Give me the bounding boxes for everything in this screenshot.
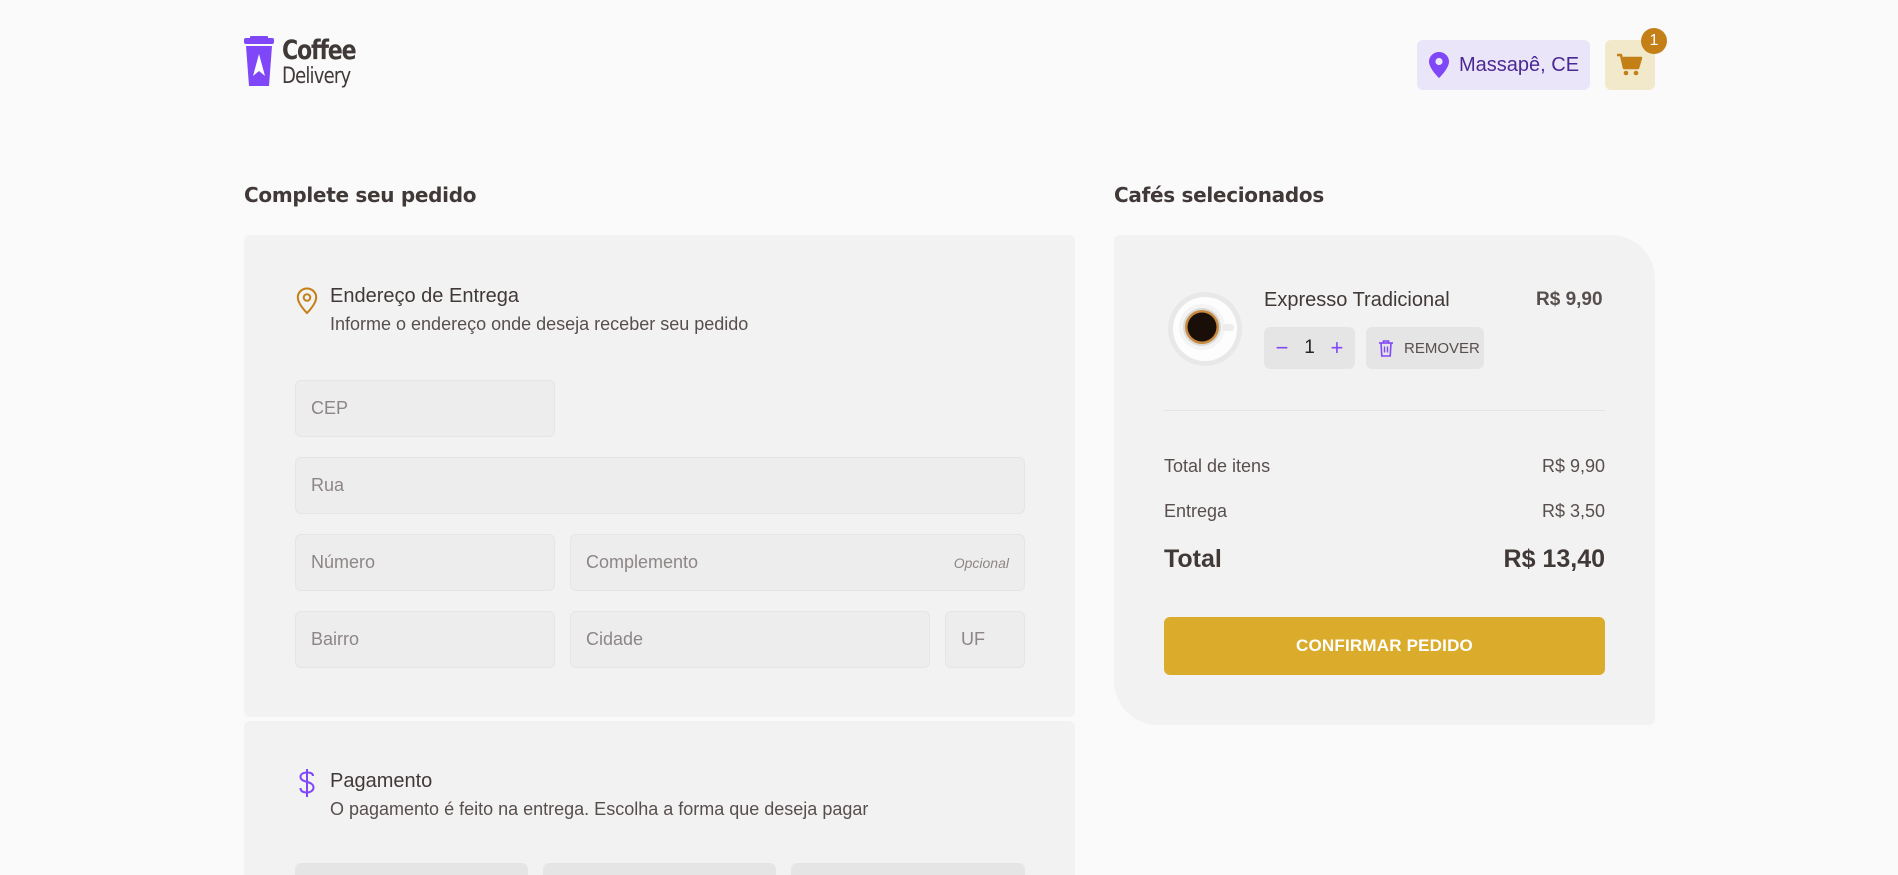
delivery-row: Entrega R$ 3,50	[1164, 501, 1605, 522]
uf-placeholder: UF	[961, 629, 985, 649]
minus-icon[interactable]: −	[1274, 335, 1290, 361]
address-title: Endereço de Entrega	[330, 285, 520, 307]
item-price: R$ 9,90	[1536, 289, 1603, 310]
optional-hint: Opcional	[953, 554, 1009, 571]
bairro-placeholder: Bairro	[311, 629, 360, 649]
payment-title: Pagamento	[330, 770, 433, 792]
quantity-stepper[interactable]: − 1 +	[1264, 327, 1355, 369]
brand-logo[interactable]: Coffee Delivery	[244, 36, 371, 88]
map-pin-outline-icon	[296, 287, 318, 315]
address-header: Endereço de Entrega Informe o endereço o…	[296, 285, 748, 335]
summary-title: Cafés selecionados	[1114, 183, 1324, 207]
bairro-input[interactable]: Bairro	[295, 611, 555, 668]
grand-total-label: Total	[1164, 545, 1222, 573]
payment-option-1[interactable]	[295, 863, 528, 875]
rua-placeholder: Rua	[311, 475, 345, 495]
delivery-label: Entrega	[1164, 501, 1228, 521]
items-total-row: Total de itens R$ 9,90	[1164, 456, 1605, 477]
remove-item-button[interactable]: REMOVER	[1366, 327, 1484, 369]
quantity-value: 1	[1304, 337, 1315, 358]
item-name: Expresso Tradicional	[1264, 289, 1450, 311]
items-total-value: R$ 9,90	[1541, 456, 1605, 476]
checkout-title: Complete seu pedido	[244, 183, 477, 207]
map-pin-icon	[1429, 52, 1449, 78]
uf-input[interactable]: UF	[945, 611, 1025, 668]
numero-placeholder: Número	[311, 552, 376, 572]
address-subtitle: Informe o endereço onde deseja receber s…	[330, 314, 749, 334]
payment-option-3[interactable]	[791, 863, 1025, 875]
shopping-cart-icon	[1617, 53, 1643, 76]
cidade-placeholder: Cidade	[586, 629, 644, 649]
summary-divider	[1164, 410, 1605, 411]
location-badge[interactable]: Massapê, CE	[1417, 40, 1590, 90]
payment-option-2[interactable]	[543, 863, 776, 875]
cart-count-badge: 1	[1641, 28, 1667, 54]
brand-name-line1: Coffee	[282, 34, 357, 66]
payment-header: Pagamento O pagamento é feito na entrega…	[296, 769, 869, 820]
rua-input[interactable]: Rua	[295, 457, 1025, 514]
grand-total-row: Total R$ 13,40	[1164, 545, 1605, 574]
espresso-cup-image	[1168, 292, 1242, 366]
complemento-input[interactable]: Complemento Opcional	[570, 534, 1025, 591]
location-text: Massapê, CE	[1459, 53, 1580, 76]
delivery-value: R$ 3,50	[1541, 501, 1605, 521]
items-total-label: Total de itens	[1164, 456, 1271, 476]
grand-total-value: R$ 13,40	[1503, 545, 1605, 573]
dollar-sign-icon	[299, 769, 315, 797]
numero-input[interactable]: Número	[295, 534, 555, 591]
cidade-input[interactable]: Cidade	[570, 611, 930, 668]
confirm-order-button[interactable]: CONFIRMAR PEDIDO	[1164, 617, 1605, 675]
cep-placeholder: CEP	[311, 398, 349, 418]
complemento-placeholder: Complemento	[586, 552, 699, 572]
cep-input[interactable]: CEP	[295, 380, 555, 437]
brand-name-line2: Delivery	[282, 63, 351, 89]
payment-card: Pagamento O pagamento é feito na entrega…	[244, 721, 1075, 875]
plus-icon[interactable]: +	[1329, 335, 1345, 361]
trash-icon	[1379, 340, 1393, 357]
remove-label: REMOVER	[1404, 339, 1480, 357]
payment-subtitle: O pagamento é feito na entrega. Escolha …	[330, 799, 869, 819]
coffee-cup-logo-icon	[244, 36, 274, 86]
